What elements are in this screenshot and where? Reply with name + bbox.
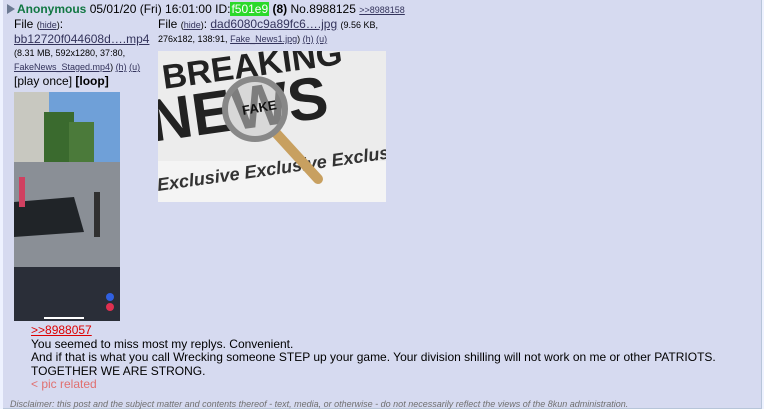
file-label: File	[158, 17, 178, 31]
file-meta: (8.31 MB, 592x1280, 37:80,	[14, 48, 126, 58]
hide-file-link[interactable]: hide	[40, 20, 57, 30]
post-intro: Anonymous 05/01/20 (Fri) 16:01:00 ID:f50…	[7, 2, 405, 18]
video-thumbnail[interactable]	[14, 92, 120, 321]
loop-button[interactable]: [loop]	[75, 74, 108, 88]
backlink[interactable]: >>8988158	[359, 5, 405, 15]
file-info-1: File (hide): bb12720f044608d….mp4 (8.31 …	[14, 17, 150, 88]
body-line: You seemed to miss most my replys. Conve…	[31, 336, 294, 351]
greentext-line: < pic related	[31, 377, 97, 391]
file-original-name[interactable]: FakeNews_Staged.mp4	[14, 62, 110, 72]
body-line: And if that is what you call Wrecking so…	[31, 350, 716, 364]
file-label: File	[14, 17, 34, 31]
hide-file-link[interactable]: hide	[184, 20, 201, 30]
image-thumbnail[interactable]: BREAKING NEWS Exclusive Exclusive Exclus…	[158, 51, 386, 202]
file-name-link[interactable]: dad6080c9a89fc6….jpg	[210, 17, 337, 31]
post-menu-arrow-icon[interactable]	[7, 4, 15, 14]
file-original-name[interactable]: Fake_News1.jpg	[230, 34, 297, 44]
file-info-2: File (hide): dad6080c9a89fc6….jpg (9.56 …	[158, 17, 379, 44]
disclaimer: Disclaimer: this post and the subject ma…	[10, 399, 629, 409]
post-datetime: 05/01/20 (Fri) 16:01:00	[89, 2, 212, 16]
poster-name: Anonymous	[17, 2, 87, 16]
file-u-link[interactable]: (u)	[316, 34, 327, 44]
post-number[interactable]: No.8988125	[291, 2, 356, 16]
post-container: Anonymous 05/01/20 (Fri) 16:01:00 ID:f50…	[3, 0, 762, 409]
quote-link[interactable]: >>8988057	[31, 323, 92, 337]
id-label: ID:	[215, 2, 231, 16]
file-h-link[interactable]: (h)	[303, 34, 314, 44]
play-once-button[interactable]: [play once]	[14, 74, 72, 88]
poster-id[interactable]: f501e9	[230, 2, 270, 16]
file-meta: 276x182, 138:91,	[158, 34, 228, 44]
file-name-link[interactable]: bb12720f044608d….mp4	[14, 32, 149, 46]
id-post-count: (8)	[272, 2, 288, 16]
body-line: TOGETHER WE ARE STRONG.	[31, 363, 206, 378]
file-u-link[interactable]: (u)	[129, 62, 140, 72]
post-body: >>8988057 You seemed to miss most my rep…	[31, 323, 716, 392]
file-h-link[interactable]: (h)	[116, 62, 127, 72]
file-size: (9.56 KB,	[340, 20, 379, 30]
